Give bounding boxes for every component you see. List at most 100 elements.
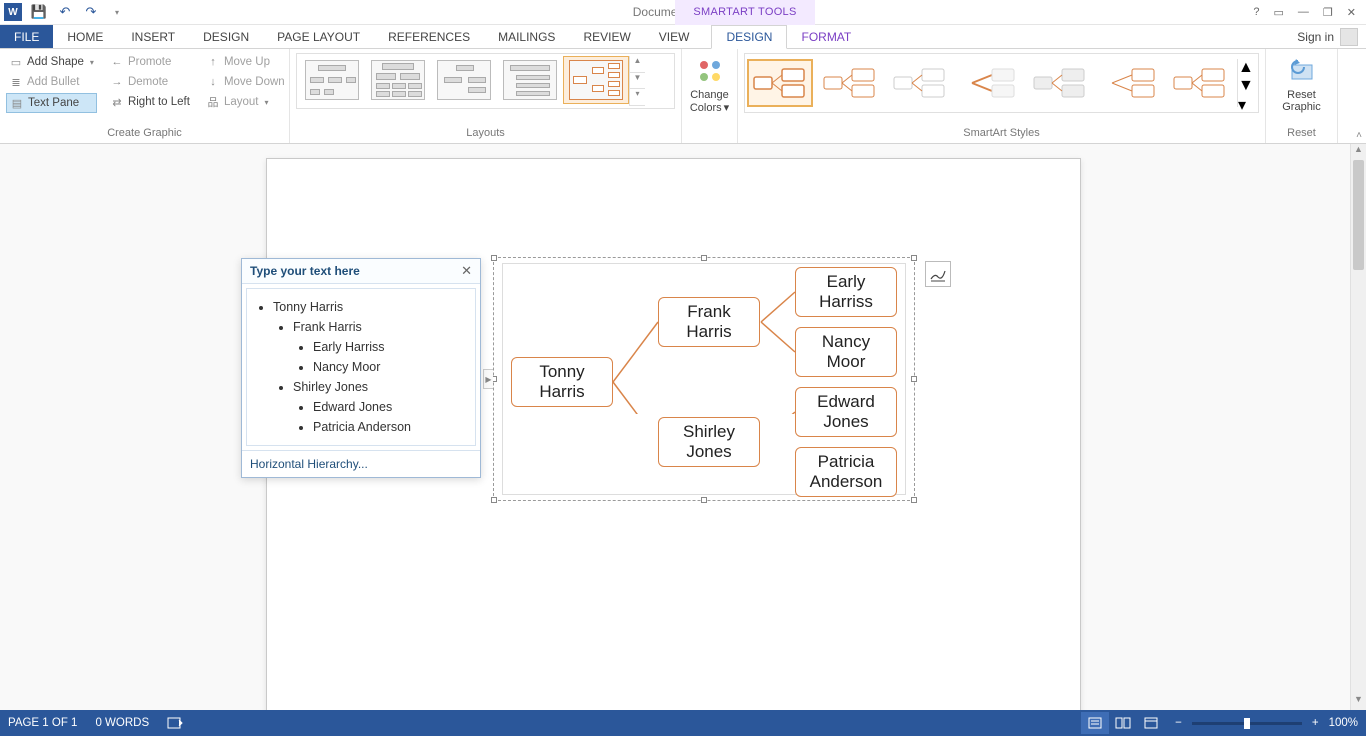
layouts-gallery[interactable]: ▲▼▾ [296, 53, 675, 109]
zoom-out-button[interactable]: − [1175, 717, 1182, 729]
styles-down-icon[interactable]: ▼ [1238, 77, 1254, 95]
resize-handle-br[interactable] [911, 497, 917, 503]
smartart-object[interactable]: ▶ Tonny Harris Frank Harris Shirley Jone… [493, 257, 915, 501]
qat-customize-icon[interactable]: ▾ [108, 3, 126, 21]
style-thumb-5[interactable] [1027, 59, 1093, 107]
resize-handle-mr[interactable] [911, 376, 917, 382]
styles-up-icon[interactable]: ▲ [1238, 59, 1254, 77]
text-item-l1[interactable]: Tonny Harris [273, 297, 469, 317]
style-thumb-4[interactable] [957, 59, 1023, 107]
view-print-layout-icon[interactable] [1081, 712, 1109, 734]
right-to-left-button[interactable]: ⇄Right to Left [107, 93, 193, 111]
redo-icon[interactable]: ↷ [82, 3, 100, 21]
layout-thumb-1[interactable] [299, 56, 365, 104]
change-colors-button[interactable]: Change Colors▾ [688, 53, 731, 118]
style-thumb-1-selected[interactable] [747, 59, 813, 107]
resize-handle-bm[interactable] [701, 497, 707, 503]
gallery-more-icon[interactable]: ▾ [630, 89, 645, 106]
tab-review[interactable]: REVIEW [569, 25, 644, 48]
tab-references[interactable]: REFERENCES [374, 25, 484, 48]
collapse-ribbon-icon[interactable]: ˄ [1356, 130, 1362, 141]
resize-handle-tm[interactable] [701, 255, 707, 261]
view-read-mode-icon[interactable] [1109, 712, 1137, 734]
help-icon[interactable]: ? [1253, 6, 1259, 19]
tab-design[interactable]: DESIGN [189, 25, 263, 48]
ribbon-options-icon[interactable]: ▭ [1274, 6, 1284, 19]
node-grandchild-3[interactable]: Edward Jones [795, 387, 897, 437]
demote-button[interactable]: →Demote [107, 73, 193, 91]
sign-in[interactable]: Sign in [1297, 25, 1366, 48]
layouts-gallery-spinner[interactable]: ▲▼▾ [629, 56, 645, 106]
reset-graphic-button[interactable]: Reset Graphic [1272, 53, 1331, 117]
text-pane-toggle[interactable]: ▤Text Pane [6, 93, 97, 113]
tab-view[interactable]: VIEW [645, 25, 704, 48]
styles-more-icon[interactable]: ▾ [1238, 95, 1254, 115]
tab-smartart-design[interactable]: DESIGN [711, 25, 787, 49]
close-icon[interactable]: ✕ [1347, 6, 1356, 19]
tab-insert[interactable]: INSERT [117, 25, 189, 48]
text-item-l2b[interactable]: Shirley Jones [293, 377, 469, 397]
style-thumb-3[interactable] [887, 59, 953, 107]
text-pane-expand-tab[interactable]: ▶ [483, 369, 493, 389]
add-shape-button[interactable]: ▭Add Shape▾ [6, 53, 97, 71]
add-bullet-button[interactable]: ≣Add Bullet [6, 73, 97, 91]
move-down-button[interactable]: ↓Move Down [203, 73, 288, 91]
zoom-slider[interactable] [1192, 722, 1302, 725]
layout-button[interactable]: 品Layout▾ [203, 93, 288, 111]
minimize-icon[interactable]: — [1298, 6, 1309, 19]
layout-thumb-2[interactable] [365, 56, 431, 104]
text-item-l3b[interactable]: Nancy Moor [313, 357, 469, 377]
layout-thumb-3[interactable] [431, 56, 497, 104]
scroll-up-icon[interactable]: ▲ [1351, 144, 1366, 160]
tab-smartart-format[interactable]: FORMAT [787, 25, 865, 48]
node-grandchild-2[interactable]: Nancy Moor [795, 327, 897, 377]
gallery-up-icon[interactable]: ▲ [630, 56, 645, 73]
node-grandchild-1[interactable]: Early Harriss [795, 267, 897, 317]
scroll-down-icon[interactable]: ▼ [1351, 694, 1366, 710]
tab-home[interactable]: HOME [53, 25, 117, 48]
zoom-level[interactable]: 100% [1329, 717, 1358, 729]
text-item-l2a[interactable]: Frank Harris [293, 317, 469, 337]
resize-handle-tl[interactable] [491, 255, 497, 261]
undo-icon[interactable]: ↶ [56, 3, 74, 21]
resize-handle-tr[interactable] [911, 255, 917, 261]
style-thumb-6[interactable] [1097, 59, 1163, 107]
status-proofing-icon[interactable] [167, 716, 183, 730]
tab-mailings[interactable]: MAILINGS [484, 25, 569, 48]
resize-handle-bl[interactable] [491, 497, 497, 503]
promote-button[interactable]: ←Promote [107, 53, 193, 71]
node-child-1[interactable]: Frank Harris [658, 297, 760, 347]
save-icon[interactable]: 💾 [30, 3, 48, 21]
tab-page-layout[interactable]: PAGE LAYOUT [263, 25, 374, 48]
status-page[interactable]: PAGE 1 OF 1 [8, 717, 77, 729]
layout-thumb-5-selected[interactable] [563, 56, 629, 104]
text-pane-body[interactable]: Tonny Harris Frank Harris Early Harriss … [246, 288, 476, 446]
text-pane-footer[interactable]: Horizontal Hierarchy... [242, 450, 480, 477]
gallery-down-icon[interactable]: ▼ [630, 73, 645, 90]
tab-file[interactable]: FILE [0, 25, 53, 48]
zoom-slider-thumb[interactable] [1244, 718, 1250, 729]
node-child-2[interactable]: Shirley Jones [658, 417, 760, 467]
styles-gallery[interactable]: ▲▼▾ [744, 53, 1259, 113]
style-thumb-2[interactable] [817, 59, 883, 107]
layout-thumb-4[interactable] [497, 56, 563, 104]
vertical-scrollbar[interactable]: ▲ ▼ [1350, 144, 1366, 710]
maximize-icon[interactable]: ❐ [1323, 6, 1333, 19]
node-grandchild-4[interactable]: Patricia Anderson [795, 447, 897, 497]
text-item-l3c[interactable]: Edward Jones [313, 397, 469, 417]
text-pane-close-icon[interactable]: ✕ [461, 263, 472, 279]
group-label-smartart-styles-spacer [688, 139, 731, 141]
layout-options-button[interactable] [925, 261, 951, 287]
styles-gallery-spinner[interactable]: ▲▼▾ [1237, 59, 1254, 107]
zoom-in-button[interactable]: + [1312, 717, 1319, 729]
group-create-graphic: ▭Add Shape▾ ≣Add Bullet ▤Text Pane ←Prom… [0, 49, 290, 143]
move-up-button[interactable]: ↑Move Up [203, 53, 288, 71]
text-item-l3a[interactable]: Early Harriss [313, 337, 469, 357]
smartart-text-pane[interactable]: Type your text here ✕ Tonny Harris Frank… [241, 258, 481, 478]
view-web-layout-icon[interactable] [1137, 712, 1165, 734]
status-words[interactable]: 0 WORDS [95, 717, 149, 729]
scroll-thumb[interactable] [1353, 160, 1364, 270]
text-item-l3d[interactable]: Patricia Anderson [313, 417, 469, 437]
node-root[interactable]: Tonny Harris [511, 357, 613, 407]
style-thumb-7[interactable] [1167, 59, 1233, 107]
